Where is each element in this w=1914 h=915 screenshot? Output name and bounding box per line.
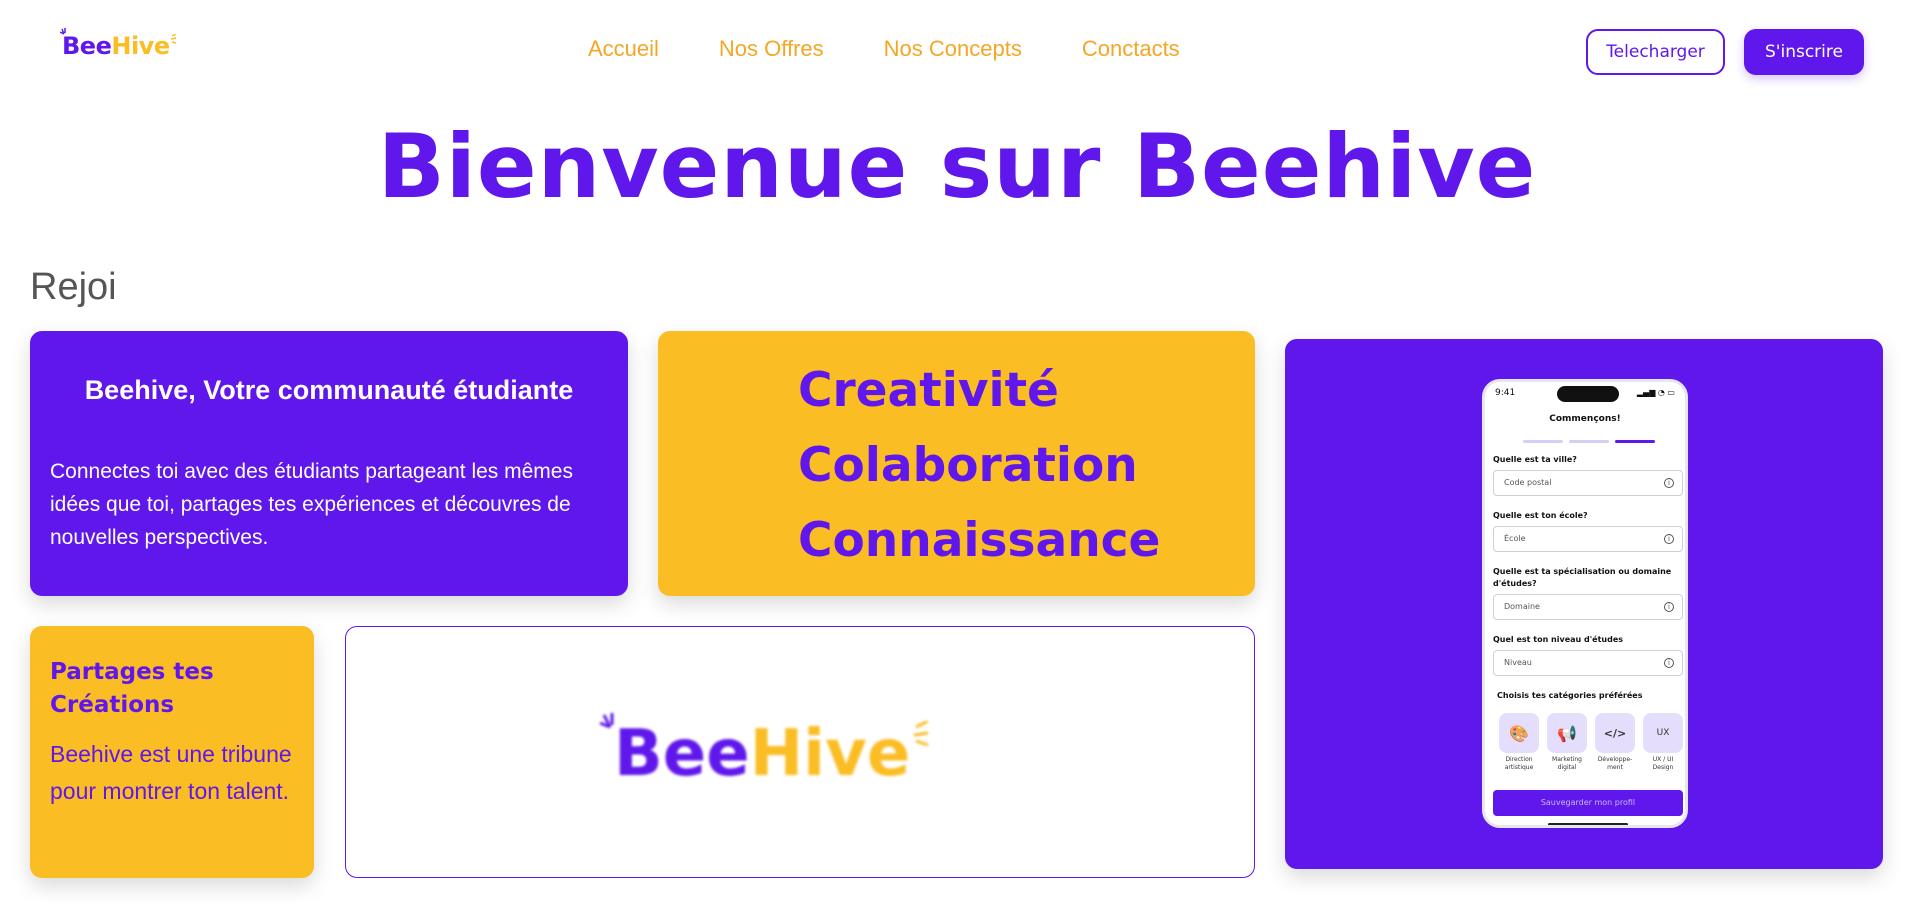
page-title: Bienvenue sur Beehive: [377, 115, 1537, 218]
signup-button[interactable]: S'inscrire: [1744, 29, 1864, 75]
nav-nos-offres[interactable]: Nos Offres: [719, 36, 824, 62]
megaphone-icon: 📢: [1547, 713, 1587, 753]
spark-icon: [170, 34, 176, 44]
ux-icon: UX: [1643, 713, 1683, 753]
domain-field[interactable]: Domaine i: [1493, 594, 1683, 620]
community-card-text: Connectes toi avec des étudiants partage…: [50, 460, 573, 549]
value-connaissance: Connaissance: [798, 513, 1161, 568]
phone-mockup: 9:41 ▂▄▆ ◔ ▭ Commençons! Quelle est ta v…: [1482, 379, 1688, 828]
info-icon: i: [1664, 602, 1674, 612]
beehive-logo-image: BeeHive: [600, 713, 929, 791]
question-level: Quel est ton niveau d'études: [1493, 635, 1624, 644]
subtitle: Rejoi: [30, 266, 117, 308]
app-preview-card: 9:41 ▂▄▆ ◔ ▭ Commençons! Quelle est ta v…: [1285, 339, 1883, 869]
logo-hive: Hive: [111, 32, 170, 60]
value-colaboration: Colaboration: [798, 438, 1138, 493]
community-card-title: Beehive, Votre communauté étudiante: [84, 375, 574, 405]
category-ux-ui[interactable]: UX UX / UI Design: [1643, 713, 1683, 772]
city-field[interactable]: Code postal i: [1493, 470, 1683, 496]
spark-icon: [600, 713, 614, 729]
community-card: Beehive, Votre communauté étudiante Conn…: [30, 331, 628, 596]
spark-icon: [60, 28, 66, 35]
big-logo-hive: Hive: [749, 717, 911, 791]
nav-nos-concepts[interactable]: Nos Concepts: [884, 36, 1022, 62]
category-direction-artistique[interactable]: 🎨 Direction artistique: [1499, 713, 1539, 772]
home-indicator: [1548, 823, 1628, 825]
phone-notch: [1557, 386, 1619, 402]
nav-accueil[interactable]: Accueil: [588, 36, 659, 62]
values-card: Creativité Colaboration Connaissance: [658, 331, 1255, 596]
main-nav: Accueil Nos Offres Nos Concepts Conctact…: [588, 36, 1180, 62]
code-icon: </>: [1595, 713, 1635, 753]
level-field[interactable]: Niveau i: [1493, 650, 1683, 676]
big-logo-bee: Bee: [614, 717, 750, 791]
info-icon: i: [1664, 534, 1674, 544]
share-card: Partages tes Créations Beehive est une t…: [30, 626, 314, 878]
question-domain: Quelle est ta spécialisation ou domaine …: [1493, 567, 1672, 588]
value-creativite: Creativité: [798, 363, 1059, 418]
palette-icon: 🎨: [1499, 713, 1539, 753]
info-icon: i: [1664, 478, 1674, 488]
categories-label: Choisis tes catégories préférées: [1497, 691, 1643, 700]
share-card-text: Beehive est une tribune pour montrer ton…: [50, 741, 292, 804]
category-list: 🎨 Direction artistique 📢 Marketing digital…: [1499, 713, 1683, 772]
phone-time: 9:41: [1495, 388, 1516, 398]
page: Bee Hive Accueil Nos Offres Nos Concepts …: [0, 0, 1914, 915]
download-button[interactable]: Telecharger: [1586, 29, 1725, 75]
question-school: Quelle est ton école?: [1493, 511, 1588, 520]
progress-steps: [1523, 440, 1655, 443]
category-marketing[interactable]: 📢 Marketing digital: [1547, 713, 1587, 772]
share-card-title: Partages tes Créations: [50, 659, 214, 718]
logo-card: BeeHive: [345, 626, 1255, 878]
info-icon: i: [1664, 658, 1674, 668]
logo[interactable]: Bee Hive: [60, 28, 176, 60]
phone-title: Commençons!: [1549, 414, 1621, 424]
spark-icon: [914, 721, 929, 747]
question-city: Quelle est ta ville?: [1493, 455, 1577, 464]
category-developpement[interactable]: </> Développe-ment: [1595, 713, 1635, 772]
school-field[interactable]: École i: [1493, 526, 1683, 552]
signal-battery-icon: ▂▄▆ ◔ ▭: [1636, 388, 1675, 397]
save-profile-button[interactable]: Sauvegarder mon profil: [1493, 790, 1683, 816]
nav-contacts[interactable]: Conctacts: [1082, 36, 1180, 62]
